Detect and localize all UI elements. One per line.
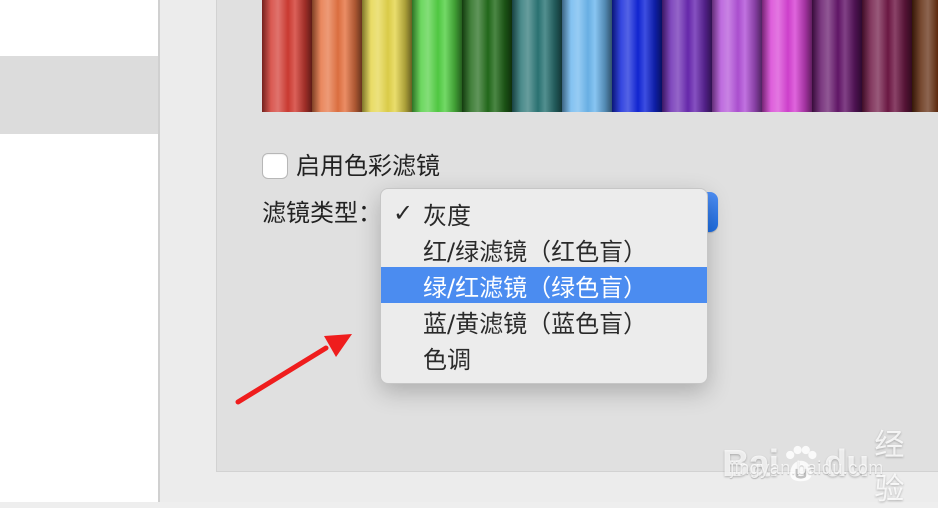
menu-item-grayscale[interactable]: ✓ 灰度 [381, 195, 707, 231]
pencil-color-swatch [712, 0, 762, 112]
filter-type-label: 滤镜类型： [262, 197, 382, 229]
pencil-color-swatch [662, 0, 712, 112]
pencil-color-swatch [312, 0, 362, 112]
menu-item-label: 色调 [423, 340, 471, 375]
pencil-color-swatch [812, 0, 862, 112]
enable-color-filters-label[interactable]: 启用色彩滤镜 [296, 150, 440, 182]
menu-item-color-tint[interactable]: 色调 [381, 339, 707, 375]
pencil-color-swatch [362, 0, 412, 112]
checkmark-icon: ✓ [393, 195, 413, 231]
menu-item-label: 灰度 [423, 196, 471, 231]
pencil-color-swatch [412, 0, 462, 112]
menu-item-label: 红/绿滤镜（红色盲） [423, 232, 647, 267]
pencil-color-swatch [562, 0, 612, 112]
pencil-color-swatch [762, 0, 812, 112]
menu-item-label: 蓝/黄滤镜（蓝色盲） [423, 304, 647, 339]
menu-item-blue-yellow-filter[interactable]: 蓝/黄滤镜（蓝色盲） [381, 303, 707, 339]
enable-color-filters-row[interactable]: 启用色彩滤镜 [262, 150, 440, 182]
menu-item-green-red-filter[interactable]: 绿/红滤镜（绿色盲） [381, 267, 707, 303]
pencil-color-swatch [912, 0, 938, 112]
color-pencils-preview [262, 0, 938, 112]
menu-item-red-green-filter[interactable]: 红/绿滤镜（红色盲） [381, 231, 707, 267]
menu-item-label: 绿/红滤镜（绿色盲） [423, 268, 647, 303]
pencil-color-swatch [462, 0, 512, 112]
enable-color-filters-checkbox[interactable] [262, 153, 288, 179]
sidebar [0, 0, 158, 502]
sidebar-selected-item[interactable] [0, 56, 158, 134]
pencil-color-swatch [612, 0, 662, 112]
pencil-color-swatch [512, 0, 562, 112]
pencil-color-swatch [862, 0, 912, 112]
pencil-color-swatch [262, 0, 312, 112]
filter-type-dropdown-menu: ✓ 灰度 红/绿滤镜（红色盲） 绿/红滤镜（绿色盲） 蓝/黄滤镜（蓝色盲） 色调 [380, 188, 708, 384]
